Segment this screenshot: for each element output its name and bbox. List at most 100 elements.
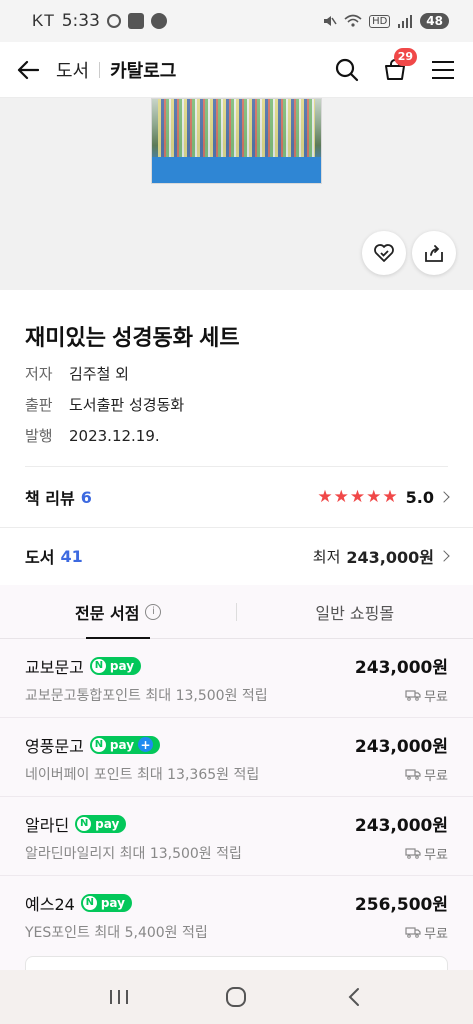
system-nav-bar (0, 970, 473, 1024)
meta-value: 2023.12.19. (69, 426, 160, 445)
book-review-row[interactable]: 책 리뷰 6 ★ ★ ★ ★ ★ 5.0 (25, 468, 450, 526)
npay-label: pay (95, 816, 120, 831)
app-header: 도서 카탈로그 29 (0, 42, 473, 98)
seller-price: 243,000원 (354, 737, 448, 757)
talk-notification-icon (150, 13, 167, 29)
tab-separator (236, 603, 237, 621)
npay-badge: Npay (75, 814, 127, 833)
star-icon: ★ (366, 487, 382, 507)
shipping-label: 무료 (424, 847, 448, 863)
shipping-info: 무료 (405, 765, 448, 784)
meta-key: 출판 (25, 396, 53, 414)
npay-badge: Npay (89, 656, 142, 675)
breadcrumb-current: 카탈로그 (110, 60, 177, 82)
breadcrumb: 도서 카탈로그 (56, 57, 176, 83)
seller-name: 영풍문고 (25, 736, 84, 756)
info-icon[interactable]: i (145, 603, 162, 620)
shipping-info: 무료 (405, 844, 448, 863)
naver-n-icon: N (77, 816, 92, 831)
wifi-icon (344, 14, 362, 27)
breadcrumb-parent[interactable]: 도서 (56, 57, 89, 83)
shipping-info: 무료 (405, 686, 448, 705)
tab-general-mall[interactable]: 일반 쇼핑몰 (237, 585, 473, 638)
meta-date: 발행 2023.12.19. (25, 426, 448, 446)
back-icon[interactable] (334, 977, 374, 1017)
book-set-base (152, 157, 321, 183)
review-count: 6 (80, 487, 92, 507)
store-label: 도서 (25, 548, 55, 567)
meta-value: 도서출판 성경동화 (69, 396, 185, 414)
npay-badge: Npay (80, 893, 132, 912)
seller-price: 256,500원 (354, 895, 448, 915)
plus-icon: + (138, 737, 154, 752)
tab-specialty-bookstore[interactable]: 전문 서점 i (0, 585, 237, 639)
shipping-label: 무료 (424, 689, 448, 705)
book-info: 재미있는 성경동화 세트 저자 김주철 외 출판 도서출판 성경동화 발행 20… (0, 290, 473, 467)
seller-name: 알라딘 (25, 815, 70, 835)
meta-author: 저자 김주철 외 (25, 364, 448, 383)
lowest-price-label: 최저 (312, 547, 341, 566)
seller-name: 예스24 (25, 894, 75, 914)
wish-heart-icon[interactable] (362, 231, 406, 275)
book-cover-image[interactable] (151, 98, 322, 184)
truck-icon (405, 690, 421, 701)
truck-icon (405, 769, 421, 780)
naver-n-icon: N (91, 737, 106, 752)
npay-label: pay (109, 737, 135, 752)
book-title: 재미있는 성경동화 세트 (25, 325, 240, 350)
seller-name: 교보문고 (25, 657, 84, 677)
seller-points: 네이버페이 포인트 최대 13,365원 적립 (25, 767, 260, 783)
seller-row[interactable]: 예스24 Npay 256,500원 YES포인트 최대 5,400원 적립 무… (0, 876, 473, 955)
back-arrow-icon[interactable] (16, 58, 40, 82)
seller-points: 교보문고통합포인트 최대 13,500원 적립 (25, 688, 268, 704)
seller-row[interactable]: 영풍문고 Npay + 243,000원 네이버페이 포인트 최대 13,365원… (0, 718, 473, 797)
book-spines-image (158, 99, 315, 161)
seller-points: YES포인트 최대 5,400원 적립 (25, 925, 208, 941)
cart-count-badge: 29 (393, 47, 417, 66)
mute-icon (324, 16, 337, 26)
shipping-info: 무료 (405, 923, 448, 942)
naver-n-icon: N (82, 895, 97, 910)
breadcrumb-separator (99, 61, 101, 78)
star-icon: ★ (382, 487, 398, 507)
npay-label: pay (100, 895, 125, 910)
meta-key: 저자 (25, 365, 53, 383)
meta-key: 발행 (25, 427, 53, 445)
carrier-label: KT (32, 11, 55, 30)
signal-icon (398, 15, 413, 28)
divider (25, 466, 448, 467)
store-summary-row[interactable]: 도서 41 최저 243,000원 (25, 528, 450, 584)
seller-points: 알라딘마일리지 최대 13,500원 적립 (25, 846, 242, 862)
recent-apps-icon[interactable] (99, 977, 139, 1017)
truck-icon (405, 927, 421, 938)
cart-icon[interactable]: 29 (381, 47, 417, 84)
star-icon: ★ (317, 487, 333, 507)
menu-icon[interactable] (429, 56, 457, 84)
shipping-label: 무료 (424, 768, 448, 784)
star-icon: ★ (349, 487, 366, 507)
search-icon[interactable] (333, 56, 361, 84)
npay-label: pay (109, 658, 135, 673)
seller-price: 243,000원 (354, 816, 448, 836)
seller-price: 243,000원 (354, 658, 448, 678)
meta-value: 김주철 외 (69, 365, 129, 383)
rating-value: 5.0 (405, 487, 434, 507)
chevron-right-icon (438, 491, 450, 503)
star-icon: ★ (333, 487, 349, 507)
lowest-price: 최저 243,000원 (312, 544, 450, 568)
home-icon[interactable] (216, 977, 256, 1017)
battery-indicator: 48 (420, 13, 449, 29)
shipping-label: 무료 (424, 926, 448, 942)
network-hd-label: HD (369, 14, 391, 28)
tab-label: 전문 서점 (75, 603, 140, 623)
naver-n-icon: N (91, 658, 106, 673)
seller-row[interactable]: 알라딘 Npay 243,000원 알라딘마일리지 최대 13,500원 적립 … (0, 797, 473, 876)
product-image-area (0, 98, 473, 290)
status-bar: KT 5:33 HD 48 (0, 0, 473, 42)
tab-label: 일반 쇼핑몰 (315, 603, 395, 623)
npay-plus-badge: Npay + (89, 735, 161, 754)
seller-row[interactable]: 교보문고 Npay 243,000원 교보문고통합포인트 최대 13,500원 … (0, 639, 473, 718)
share-icon[interactable] (412, 231, 456, 275)
notification-icon (106, 14, 121, 28)
clock: 5:33 (61, 11, 100, 31)
